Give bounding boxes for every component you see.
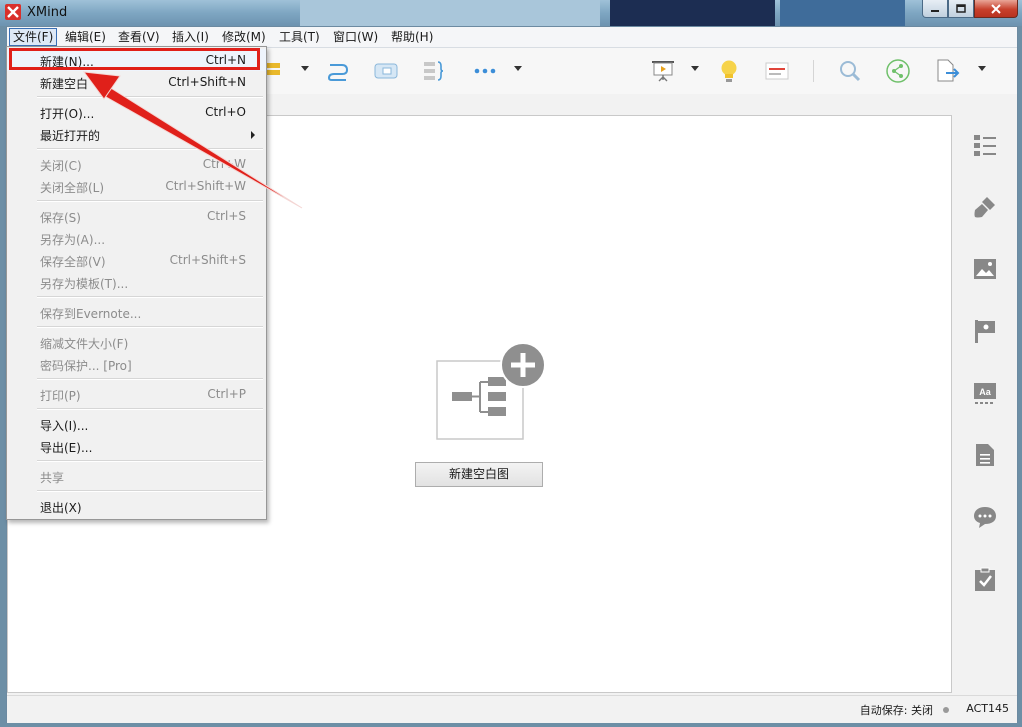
menu-item-save-all[interactable]: 保存全部(V) Ctrl+Shift+S: [7, 249, 266, 271]
more-icon: [474, 68, 496, 74]
menu-separator: [37, 408, 263, 410]
menu-item-save-as[interactable]: 另存为(A)...: [7, 227, 266, 249]
more-button[interactable]: [472, 58, 498, 84]
share-button[interactable]: [885, 58, 911, 84]
menu-view[interactable]: 查看(V): [115, 29, 163, 45]
menu-item-import[interactable]: 导入(I)...: [7, 413, 266, 435]
menu-tools[interactable]: 工具(T): [276, 29, 323, 45]
menu-file[interactable]: 文件(F): [9, 28, 58, 46]
marker-flag-icon[interactable]: [973, 319, 997, 343]
new-blank-map-button[interactable]: 新建空白图: [415, 462, 543, 487]
file-menu-dropdown: 新建(N)... Ctrl+N 新建空白 Ctrl+Shift+N 打开(O).…: [6, 46, 267, 520]
menu-item-save-as-template[interactable]: 另存为模板(T)...: [7, 271, 266, 293]
menu-item-open[interactable]: 打开(O)... Ctrl+O: [7, 101, 266, 123]
menu-item-close-all[interactable]: 关闭全部(L) Ctrl+Shift+W: [7, 175, 266, 197]
status-bar: 自动保存: 关闭 ACT145: [7, 695, 1017, 723]
menu-separator: [37, 326, 263, 328]
menu-item-exit[interactable]: 退出(X): [7, 495, 266, 517]
image-icon[interactable]: [973, 257, 997, 281]
search-icon: [840, 61, 861, 82]
menu-edit[interactable]: 编辑(E): [62, 29, 109, 45]
gantt-icon: [765, 62, 789, 80]
boundary-button[interactable]: [373, 58, 399, 84]
menu-separator: [37, 148, 263, 150]
search-button[interactable]: [837, 58, 863, 84]
menu-separator: [37, 296, 263, 298]
more-dropdown-arrow[interactable]: [514, 66, 522, 71]
menu-item-close[interactable]: 关闭(C) Ctrl+W: [7, 153, 266, 175]
svg-text:Aa: Aa: [979, 387, 991, 397]
share-icon: [886, 59, 910, 83]
background-window-strip: [610, 0, 775, 26]
maximize-button[interactable]: [948, 0, 974, 18]
format-brush-icon[interactable]: [973, 195, 997, 219]
menu-item-new-blank[interactable]: 新建空白 Ctrl+Shift+N: [7, 71, 266, 93]
menu-insert[interactable]: 插入(I): [169, 29, 212, 45]
menu-separator: [37, 200, 263, 202]
menu-separator: [37, 96, 263, 98]
boundary-icon: [374, 63, 398, 79]
comments-icon[interactable]: [973, 505, 997, 529]
close-button[interactable]: [974, 0, 1018, 18]
menu-item-share[interactable]: 共享: [7, 465, 266, 487]
status-dot-icon: [943, 707, 949, 713]
toolbar-separator: [813, 60, 814, 82]
title-bar: XMind: [0, 0, 1022, 26]
presentation-dropdown-arrow[interactable]: [691, 66, 699, 71]
notes-document-icon[interactable]: [973, 443, 997, 467]
new-map-icon: [436, 342, 546, 440]
menu-item-print[interactable]: 打印(P) Ctrl+P: [7, 383, 266, 405]
menu-item-reduce-size[interactable]: 缩减文件大小(F): [7, 331, 266, 353]
menu-item-recent[interactable]: 最近打开的: [7, 123, 266, 145]
task-clipboard-icon[interactable]: [973, 567, 997, 591]
autosave-status[interactable]: 自动保存: 关闭: [860, 702, 933, 718]
topic-dropdown-arrow[interactable]: [301, 66, 309, 71]
menu-separator: [37, 378, 263, 380]
presentation-button[interactable]: [650, 58, 676, 84]
window-title: XMind: [27, 5, 68, 20]
summary-icon: [424, 61, 444, 81]
background-window-strip: [780, 0, 905, 26]
gantt-button[interactable]: [764, 58, 790, 84]
minimize-icon: [931, 9, 939, 12]
presentation-icon: [652, 61, 674, 82]
relationship-button[interactable]: [325, 58, 351, 84]
menu-modify[interactable]: 修改(M): [219, 29, 269, 45]
outliner-icon[interactable]: [973, 133, 997, 157]
maximize-icon: [956, 3, 966, 13]
highlight-annotation-box: [9, 48, 260, 70]
submenu-arrow-icon: [251, 131, 255, 139]
right-panel-bar: Aa: [957, 115, 1017, 691]
menu-item-save-evernote[interactable]: 保存到Evernote...: [7, 301, 266, 323]
close-icon: [991, 3, 1001, 14]
window-controls: [922, 0, 1018, 18]
menu-bar: 文件(F) 编辑(E) 查看(V) 插入(I) 修改(M) 工具(T) 窗口(W…: [7, 27, 1017, 48]
menu-item-export[interactable]: 导出(E)...: [7, 435, 266, 457]
background-window-strip: [300, 0, 600, 26]
export-dropdown-arrow[interactable]: [978, 66, 986, 71]
minimize-button[interactable]: [922, 0, 948, 18]
menu-item-save[interactable]: 保存(S) Ctrl+S: [7, 205, 266, 227]
menu-separator: [37, 490, 263, 492]
export-icon: [937, 59, 960, 82]
summary-button[interactable]: [420, 58, 446, 84]
export-button[interactable]: [934, 58, 960, 84]
brainstorm-button[interactable]: [716, 58, 742, 84]
text-style-icon[interactable]: Aa: [973, 381, 997, 405]
menu-item-password[interactable]: 密码保护... [Pro]: [7, 353, 266, 375]
relationship-icon: [327, 64, 349, 81]
menu-separator: [37, 460, 263, 462]
xmind-logo-icon: [5, 4, 21, 20]
activation-code: ACT145: [966, 702, 1009, 715]
menu-window[interactable]: 窗口(W): [330, 29, 381, 45]
menu-help[interactable]: 帮助(H): [388, 29, 436, 45]
lightbulb-icon: [721, 60, 737, 82]
